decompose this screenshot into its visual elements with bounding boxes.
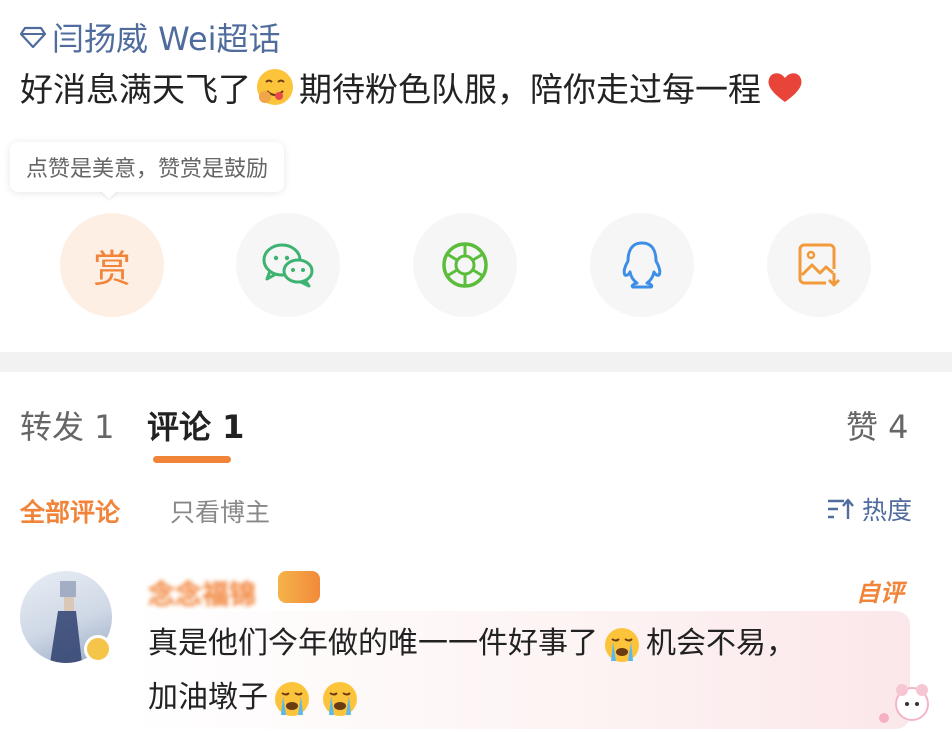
share-moments-button[interactable]: [413, 213, 517, 317]
comment-filters: 全部评论 只看博主 热度: [0, 487, 952, 531]
share-row: 赏: [0, 213, 952, 323]
sort-by-hot[interactable]: 热度: [826, 491, 912, 527]
post-text-part2: 期待粉色队服，陪你走过每一程: [299, 70, 761, 109]
topic-label: 闫扬威 Wei超话: [52, 20, 281, 58]
post-text: 好消息满天飞了 期待粉色队服，陪你走过每一程: [20, 62, 809, 112]
self-review-tag: 自评: [856, 579, 904, 607]
save-image-button[interactable]: [767, 213, 871, 317]
post-card: 闫扬威 Wei超话 好消息满天飞了 期待粉色队服，陪你走过每一程 点赞是美意，赞…: [0, 0, 952, 352]
wechat-icon: [262, 243, 314, 288]
moments-icon: [442, 242, 488, 288]
yum-face-emoji: [257, 69, 293, 105]
reward-button[interactable]: 赏: [60, 213, 164, 317]
crying-face-emoji: [275, 681, 309, 716]
diamond-icon: [20, 26, 46, 48]
reward-tip-arrow: [100, 190, 118, 199]
save-image-icon: [798, 243, 841, 287]
active-tab-indicator: [153, 456, 231, 463]
filter-owner-only[interactable]: 只看博主: [170, 493, 270, 529]
comment-text[interactable]: 真是他们今年做的唯一一件好事了 机会不易， 加油墩子: [148, 617, 868, 725]
comment-line2: 加油墩子: [148, 680, 268, 715]
share-qq-button[interactable]: [590, 213, 694, 317]
bubble-decoration-icon: [879, 684, 929, 723]
tab-repost[interactable]: 转发 1: [20, 402, 115, 448]
sort-icon: [827, 498, 854, 519]
reward-tip: 点赞是美意，赞赏是鼓励: [10, 142, 285, 192]
crying-face-emoji: [605, 627, 639, 662]
comments-card: 转发 1 评论 1 赞 4 全部评论 只看博主 热度 念念福锦 自评 真是他们今…: [0, 372, 952, 732]
crying-face-emoji: [323, 681, 357, 716]
sort-label: 热度: [861, 496, 912, 525]
comment-item: 念念福锦 自评 真是他们今年做的唯一一件好事了 机会不易， 加油墩子: [0, 567, 952, 732]
filter-all-comments[interactable]: 全部评论: [20, 493, 120, 529]
fan-level-badge: [278, 571, 320, 603]
red-heart-emoji: [768, 73, 802, 102]
interaction-tabs: 转发 1 评论 1 赞 4: [0, 372, 952, 472]
tab-like[interactable]: 赞 4: [846, 402, 909, 448]
qq-icon: [622, 241, 662, 289]
post-text-part1: 好消息满天飞了: [20, 70, 251, 109]
share-wechat-button[interactable]: [236, 213, 340, 317]
comment-line1: 真是他们今年做的唯一一件好事了: [148, 626, 598, 661]
topic-link[interactable]: 闫扬威 Wei超话: [20, 16, 281, 58]
comment-line1-end: 机会不易，: [646, 626, 796, 661]
commenter-name[interactable]: 念念福锦: [148, 573, 256, 612]
tab-comment[interactable]: 评论 1: [147, 402, 244, 448]
vip-badge: [84, 635, 112, 663]
reward-label: 赏: [92, 246, 131, 291]
